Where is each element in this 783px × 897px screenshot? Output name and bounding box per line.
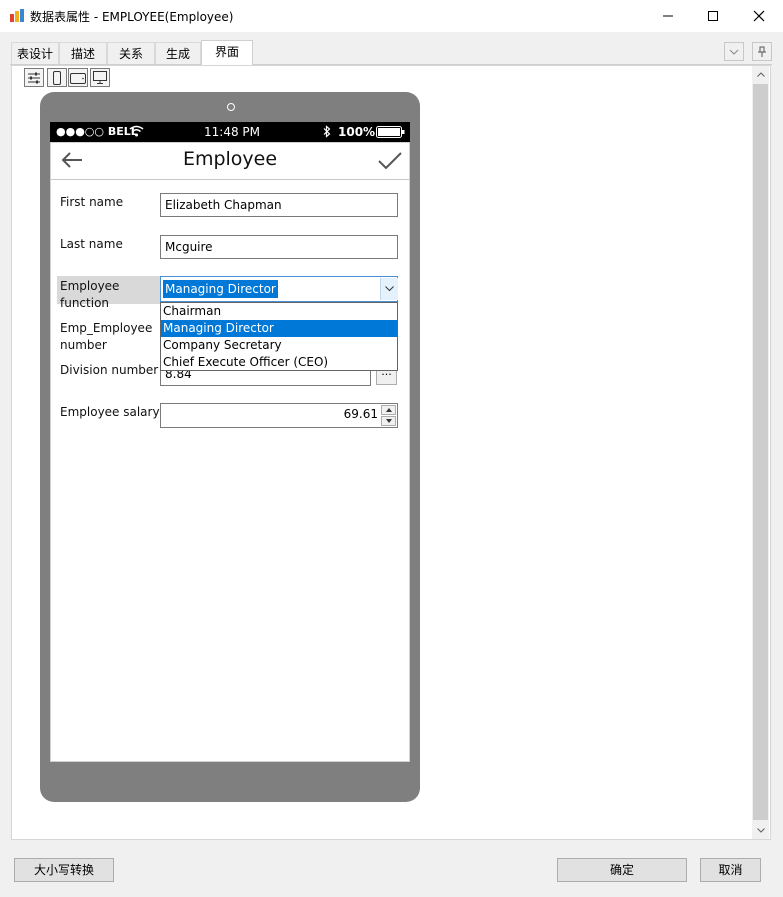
- tab-generate[interactable]: 生成: [155, 42, 201, 64]
- minimize-button[interactable]: [645, 0, 691, 32]
- employee-function-selected-value: Managing Director: [163, 280, 278, 298]
- division-number-label: Division number: [60, 363, 159, 377]
- employee-function-label-line1: Employee: [60, 279, 120, 293]
- employee-salary-value: 69.61: [343, 407, 378, 421]
- spin-up-button[interactable]: [381, 405, 396, 415]
- dropdown-option-managing-director[interactable]: Managing Director: [161, 320, 397, 337]
- bluetooth-icon: [323, 125, 331, 141]
- scroll-down-arrow[interactable]: [752, 822, 769, 839]
- window-title: 数据表属性 - EMPLOYEE(Employee): [30, 10, 234, 24]
- wifi-icon: [129, 125, 144, 140]
- pin-icon: [758, 46, 766, 57]
- tab-dropdown-button[interactable]: [724, 42, 744, 61]
- case-convert-button[interactable]: 大小写转换: [14, 858, 114, 882]
- spin-down-button[interactable]: [381, 416, 396, 426]
- first-name-label: First name: [60, 195, 124, 209]
- ok-button[interactable]: 确定: [557, 858, 687, 882]
- last-name-input[interactable]: Mcguire: [160, 235, 398, 259]
- tab-description[interactable]: 描述: [59, 42, 107, 64]
- scroll-up-arrow[interactable]: [752, 66, 769, 83]
- pin-button[interactable]: [752, 42, 772, 61]
- desktop-monitor-icon[interactable]: [90, 68, 110, 87]
- carrier-label: ●●●○○ BELL: [56, 125, 138, 138]
- nav-divider: [51, 179, 409, 180]
- chevron-down-icon: [729, 49, 739, 55]
- spin-up-icon: [385, 408, 392, 412]
- settings-sliders-icon[interactable]: [24, 68, 44, 87]
- maximize-button[interactable]: [690, 0, 736, 32]
- combobox-dropdown-button[interactable]: [380, 278, 398, 300]
- checkmark-icon[interactable]: [377, 151, 403, 174]
- tab-interface[interactable]: 界面: [201, 40, 253, 65]
- tab-relations[interactable]: 关系: [107, 42, 155, 64]
- employee-salary-label: Employee salary: [60, 405, 160, 419]
- first-name-input[interactable]: Elizabeth Chapman: [160, 193, 398, 217]
- dropdown-option-company-secretary[interactable]: Company Secretary: [161, 337, 397, 354]
- spin-down-icon: [385, 419, 392, 423]
- tab-table-design[interactable]: 表设计: [11, 42, 59, 64]
- dropdown-option-ceo[interactable]: Chief Execute Officer (CEO): [161, 354, 397, 371]
- status-time: 11:48 PM: [204, 125, 260, 139]
- phone-portrait-icon[interactable]: [47, 68, 67, 87]
- cancel-button[interactable]: 取消: [700, 858, 761, 882]
- dropdown-option-chairman[interactable]: Chairman: [161, 303, 397, 320]
- close-button[interactable]: [736, 0, 782, 32]
- battery-percent: 100%: [338, 125, 376, 139]
- camera-dot: [227, 103, 235, 111]
- chevron-down-icon: [385, 286, 394, 292]
- battery-icon: [376, 126, 405, 141]
- last-name-label: Last name: [60, 237, 123, 251]
- tablet-landscape-icon[interactable]: [68, 68, 88, 87]
- app-icon: [10, 9, 24, 22]
- page-title: Employee: [182, 148, 278, 170]
- employee-function-label-line2: function: [60, 296, 110, 310]
- emp-employee-number-label-line1: Emp_Employee: [60, 321, 153, 335]
- emp-employee-number-label-line2: number: [60, 338, 107, 352]
- scrollbar-thumb[interactable]: [753, 84, 768, 820]
